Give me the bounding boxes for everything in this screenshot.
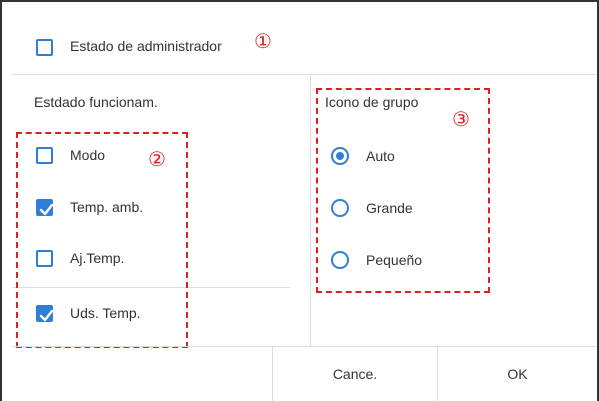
annotation-1: ① bbox=[254, 31, 272, 53]
ok-button[interactable]: OK bbox=[438, 346, 597, 401]
divider-vertical bbox=[310, 76, 311, 346]
annotation-2: ② bbox=[148, 149, 166, 171]
divider-top bbox=[12, 74, 596, 75]
admin-checkbox[interactable] bbox=[36, 39, 53, 56]
status-section-title: Estdado funcionam. bbox=[34, 94, 158, 110]
cancel-button[interactable]: Cance. bbox=[273, 346, 437, 401]
annotation-box-3 bbox=[316, 88, 490, 293]
admin-label: Estado de administrador bbox=[70, 38, 222, 54]
